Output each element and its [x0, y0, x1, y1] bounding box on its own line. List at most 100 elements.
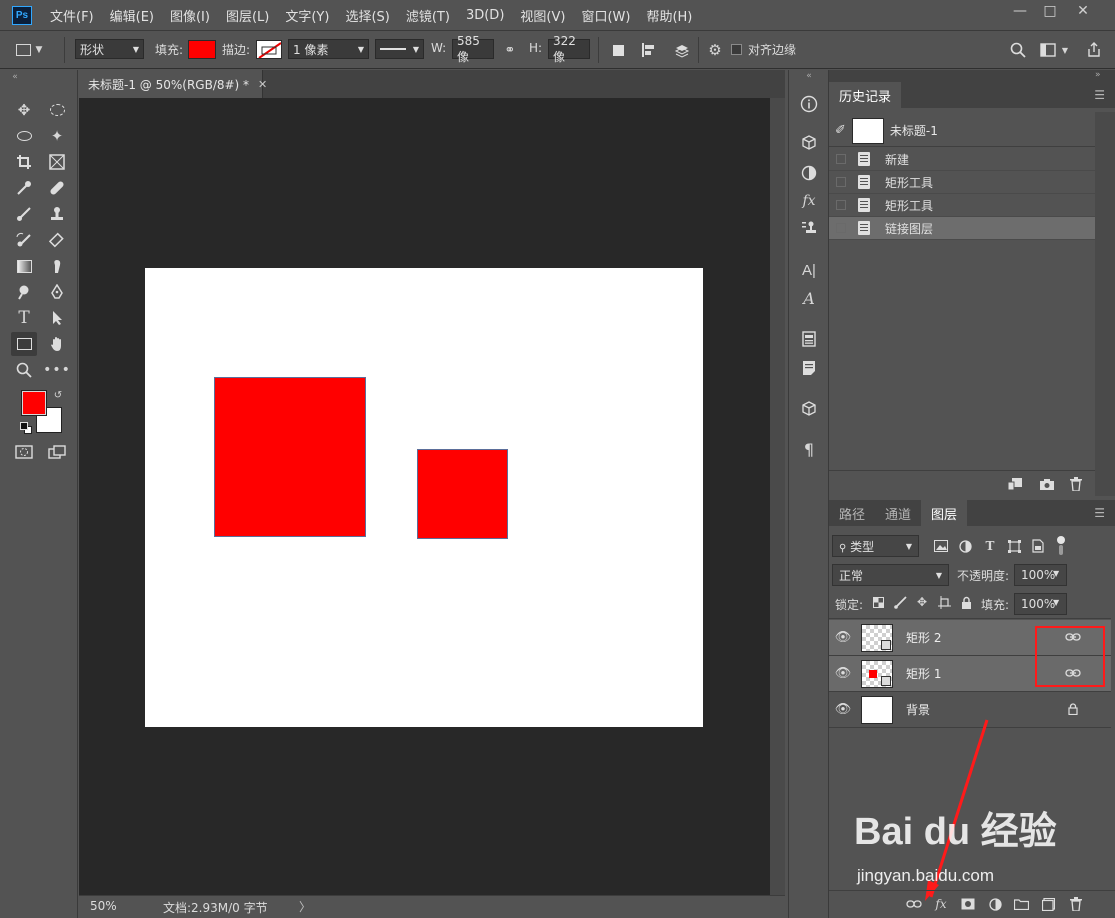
menu-view[interactable]: 视图(V): [512, 6, 573, 25]
history-scrollbar[interactable]: [1095, 112, 1115, 496]
character-panel-icon[interactable]: A|: [797, 258, 821, 282]
more-tools-icon[interactable]: •••: [43, 358, 70, 382]
layer-name[interactable]: 矩形 2: [906, 629, 941, 646]
menu-help[interactable]: 帮助(H): [638, 6, 700, 25]
adjustments-panel-icon[interactable]: [797, 161, 821, 185]
zoom-level[interactable]: 50%: [90, 899, 117, 913]
clone-stamp-tool-icon[interactable]: [44, 202, 70, 226]
clone-source-panel-icon[interactable]: [797, 216, 821, 240]
history-item[interactable]: 新建: [829, 148, 1095, 171]
styles-fx-panel-icon[interactable]: fx: [797, 189, 821, 213]
3d-panel-icon[interactable]: [797, 131, 821, 155]
history-brush-source-icon[interactable]: ✐: [835, 123, 846, 138]
history-snapshot[interactable]: ✐ 未标题-1: [829, 115, 1095, 146]
collapse-strip-icon[interactable]: «: [802, 71, 816, 81]
width-input[interactable]: 585 像: [452, 34, 494, 64]
dodge-tool-icon[interactable]: [11, 280, 37, 304]
notes-panel-icon[interactable]: [797, 356, 821, 380]
new-adjustment-layer-icon[interactable]: [987, 896, 1003, 912]
layer-filter-select[interactable]: ⚲ 类型 ▼: [832, 535, 919, 557]
visibility-eye-icon[interactable]: 👁: [829, 666, 857, 681]
default-colors-icon[interactable]: [20, 422, 32, 434]
search-icon[interactable]: [1007, 40, 1029, 60]
new-group-folder-icon[interactable]: [1013, 896, 1029, 912]
trash-icon[interactable]: [1067, 476, 1085, 492]
lock-all-icon[interactable]: [959, 595, 973, 609]
frame-tool-icon[interactable]: [44, 150, 70, 174]
menu-image[interactable]: 图像(I): [162, 6, 218, 25]
elliptical-marquee-tool-icon[interactable]: [44, 98, 70, 122]
align-edges-checkbox[interactable]: [731, 44, 742, 55]
history-item[interactable]: 矩形工具: [829, 194, 1095, 217]
eraser-tool-icon[interactable]: [44, 228, 70, 252]
move-tool-icon[interactable]: ✥: [11, 98, 37, 122]
paragraph-panel-icon[interactable]: ¶: [797, 437, 821, 461]
rectangle-2-shape[interactable]: [417, 449, 508, 539]
hand-tool-icon[interactable]: [44, 332, 70, 356]
lock-transparent-pixels-icon[interactable]: [871, 595, 885, 609]
menu-window[interactable]: 窗口(W): [573, 6, 638, 25]
brush-tool-icon[interactable]: [11, 202, 37, 226]
smudge-tool-icon[interactable]: [44, 254, 70, 278]
tab-history[interactable]: 历史记录: [829, 82, 902, 108]
menu-type[interactable]: 文字(Y): [277, 6, 337, 25]
chevron-down-icon[interactable]: ▼: [1053, 569, 1059, 578]
swap-colors-icon[interactable]: ↺: [51, 389, 65, 401]
properties-panel-icon[interactable]: [797, 327, 821, 351]
document-canvas[interactable]: [145, 268, 703, 727]
filter-adjustment-icon[interactable]: [956, 537, 974, 555]
link-layers-icon[interactable]: [906, 896, 922, 912]
tab-layers[interactable]: 图层: [921, 500, 968, 526]
add-mask-icon[interactable]: [960, 896, 976, 912]
menu-3d[interactable]: 3D(D): [458, 8, 512, 23]
visibility-eye-icon[interactable]: 👁: [829, 630, 857, 645]
crop-tool-icon[interactable]: [11, 150, 37, 174]
eyedropper-tool-icon[interactable]: [11, 176, 37, 200]
minimize-icon[interactable]: —: [1005, 0, 1035, 22]
gear-icon[interactable]: ⚙: [705, 40, 725, 60]
screen-mode-icon[interactable]: [44, 440, 70, 464]
new-document-from-state-icon[interactable]: [1006, 476, 1024, 492]
filter-toggle-switch[interactable]: [1057, 536, 1065, 556]
healing-brush-tool-icon[interactable]: [44, 176, 70, 200]
zoom-tool-icon[interactable]: [11, 358, 37, 382]
fill-color-swatch[interactable]: [188, 40, 216, 59]
rectangle-tool-icon[interactable]: [11, 332, 37, 356]
glyphs-panel-icon[interactable]: A: [797, 286, 821, 310]
filter-smart-object-icon[interactable]: [1029, 537, 1047, 555]
blend-mode-select[interactable]: 正常 ▼: [832, 564, 949, 586]
maximize-icon[interactable]: □: [1035, 0, 1065, 22]
layer-style-fx-icon[interactable]: fx: [933, 896, 949, 912]
quick-mask-icon[interactable]: [11, 440, 37, 464]
type-tool-icon[interactable]: T: [11, 306, 37, 330]
workspace-switcher[interactable]: ▼: [1037, 40, 1071, 60]
foreground-color-swatch[interactable]: [21, 390, 47, 416]
panel-menu-icon[interactable]: ☰: [1084, 82, 1115, 108]
menu-file[interactable]: 文件(F): [42, 6, 102, 25]
close-icon[interactable]: ✕: [1068, 0, 1098, 22]
menu-edit[interactable]: 编辑(E): [102, 6, 162, 25]
filter-type-icon[interactable]: T: [981, 537, 999, 555]
height-input[interactable]: 322 像: [548, 34, 590, 64]
pen-tool-icon[interactable]: [44, 280, 70, 304]
stroke-color-swatch[interactable]: [256, 40, 282, 59]
tab-channels[interactable]: 通道: [875, 500, 921, 526]
path-alignment-icon[interactable]: [638, 40, 660, 60]
3d-materials-panel-icon[interactable]: [797, 397, 821, 421]
close-tab-icon[interactable]: ✕: [258, 78, 267, 91]
camera-icon[interactable]: [1038, 476, 1056, 492]
shape-mode-select[interactable]: 形状 ▼: [75, 39, 144, 59]
menu-select[interactable]: 选择(S): [337, 6, 397, 25]
info-panel-icon[interactable]: [797, 92, 821, 116]
lock-image-pixels-icon[interactable]: [893, 595, 907, 609]
magic-wand-tool-icon[interactable]: ✦: [44, 124, 70, 148]
panel-menu-icon[interactable]: ☰: [1084, 500, 1115, 526]
path-selection-tool-icon[interactable]: [44, 306, 70, 330]
history-brush-tool-icon[interactable]: [11, 228, 37, 252]
filter-pixel-icon[interactable]: [932, 537, 950, 555]
layer-name[interactable]: 矩形 1: [906, 665, 941, 682]
tab-paths[interactable]: 路径: [829, 500, 875, 526]
status-menu-arrow-icon[interactable]: 〉: [299, 898, 311, 915]
expand-dock-icon[interactable]: »: [1095, 70, 1101, 80]
delete-layer-trash-icon[interactable]: [1068, 896, 1084, 912]
